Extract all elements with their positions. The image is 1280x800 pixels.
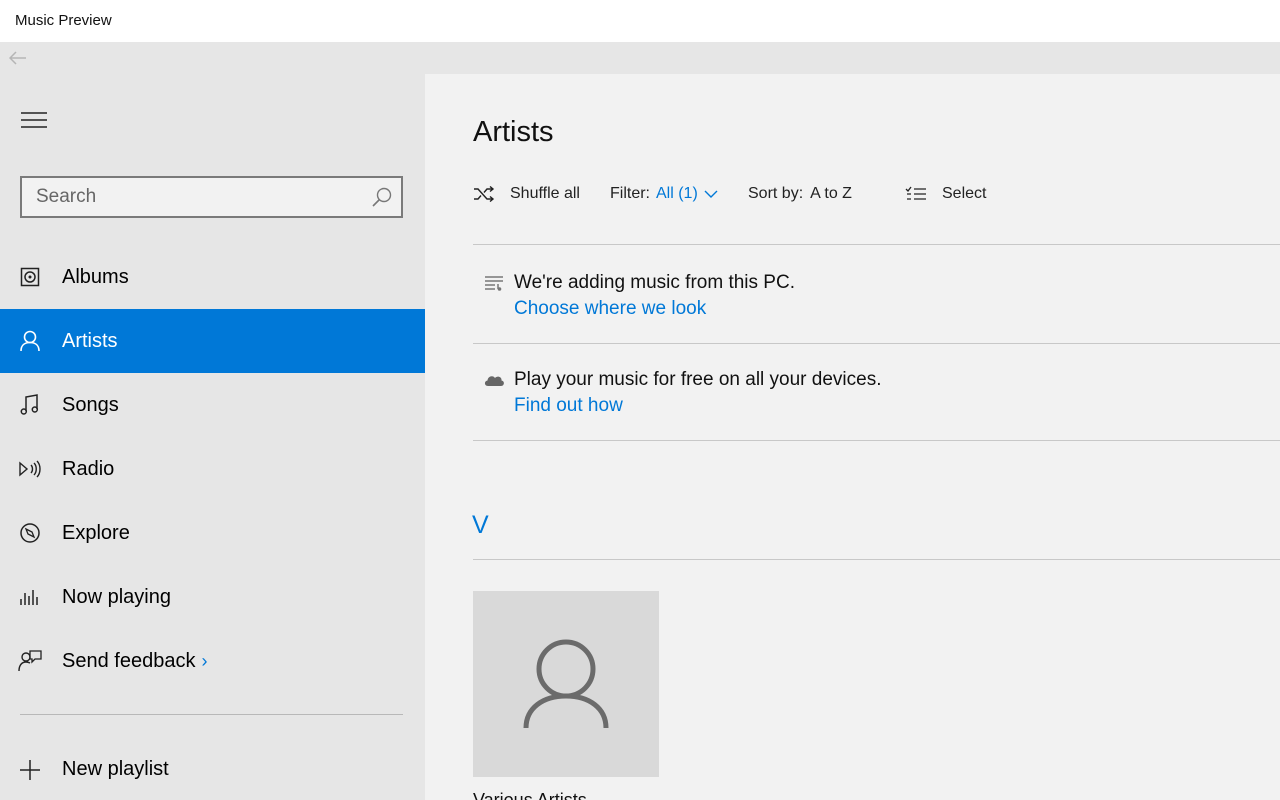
sort-value: A to Z — [810, 185, 852, 202]
sidebar-item-albums[interactable]: Albums — [0, 245, 425, 309]
shuffle-all-label: Shuffle all — [510, 185, 580, 202]
sidebar-item-label: Artists — [62, 329, 118, 352]
multi-select-icon — [905, 184, 927, 204]
main-content: Artists Shuffle all Filter: All (1) Sort… — [425, 74, 1280, 800]
notice-text: We're adding music from this PC. — [514, 272, 795, 293]
group-letter-header[interactable]: V — [472, 511, 489, 540]
divider — [473, 343, 1280, 344]
back-button[interactable] — [6, 48, 30, 68]
title-bar: Music Preview — [0, 0, 1280, 42]
hamburger-icon — [21, 112, 47, 128]
shuffle-all-button[interactable]: Shuffle all — [473, 182, 580, 206]
shuffle-icon — [473, 184, 495, 204]
choose-where-we-look-link[interactable]: Choose where we look — [514, 298, 706, 320]
sidebar-item-label: Send feedback › — [62, 649, 208, 672]
sidebar-item-now-playing[interactable]: Now playing — [0, 565, 425, 629]
sidebar-item-label: Explore — [62, 521, 130, 544]
filter-value: All (1) — [656, 185, 698, 202]
filter-dropdown[interactable]: Filter: All (1) — [610, 182, 718, 206]
cloud-icon — [483, 371, 505, 389]
artist-tile[interactable] — [473, 591, 659, 777]
music-note-icon — [18, 393, 42, 417]
divider — [473, 244, 1280, 245]
search-box — [20, 176, 403, 218]
page-title: Artists — [473, 116, 554, 148]
back-strip — [0, 42, 1280, 74]
sidebar-item-label: Now playing — [62, 585, 171, 608]
new-playlist-button[interactable]: New playlist — [0, 738, 425, 800]
artist-name[interactable]: Various Artists — [473, 790, 587, 800]
sidebar-item-send-feedback[interactable]: Send feedback › — [0, 629, 425, 693]
person-placeholder-icon — [523, 639, 609, 729]
back-arrow-icon — [9, 51, 26, 65]
library-icon — [483, 274, 505, 292]
equalizer-icon — [18, 585, 42, 609]
find-out-how-link[interactable]: Find out how — [514, 395, 623, 417]
radio-icon — [18, 457, 42, 481]
sidebar-item-label: Albums — [62, 265, 129, 288]
search-icon[interactable] — [371, 186, 393, 208]
person-icon — [18, 329, 42, 353]
window-title: Music Preview — [15, 12, 112, 29]
toolbar: Shuffle all Filter: All (1) Sort by: A t… — [473, 182, 1273, 206]
chevron-down-icon — [704, 189, 718, 199]
sidebar-item-artists[interactable]: Artists — [0, 309, 425, 373]
sidebar-item-radio[interactable]: Radio — [0, 437, 425, 501]
sort-label: Sort by: — [748, 185, 804, 202]
sidebar-item-songs[interactable]: Songs — [0, 373, 425, 437]
explore-icon — [18, 521, 42, 545]
search-input[interactable] — [22, 178, 352, 216]
select-label: Select — [942, 185, 987, 202]
sidebar-divider — [20, 714, 403, 715]
sort-dropdown[interactable]: Sort by: A to Z — [748, 182, 852, 206]
divider — [473, 559, 1280, 560]
feedback-icon — [18, 649, 42, 673]
sidebar-item-label: Songs — [62, 393, 119, 416]
sidebar: Albums Artists Songs — [0, 74, 425, 800]
sidebar-item-explore[interactable]: Explore — [0, 501, 425, 565]
select-button[interactable]: Select — [905, 182, 986, 206]
divider — [473, 440, 1280, 441]
notice-text: Play your music for free on all your dev… — [514, 369, 882, 390]
sidebar-item-label: Radio — [62, 457, 115, 480]
hamburger-menu-button[interactable] — [14, 104, 54, 136]
album-icon — [18, 265, 42, 289]
filter-label: Filter: — [610, 185, 650, 202]
plus-icon — [18, 758, 42, 782]
chevron-right-icon: › — [201, 650, 208, 671]
new-playlist-label: New playlist — [62, 758, 169, 780]
nav-list: Albums Artists Songs Radio Explore Now p… — [0, 245, 425, 693]
